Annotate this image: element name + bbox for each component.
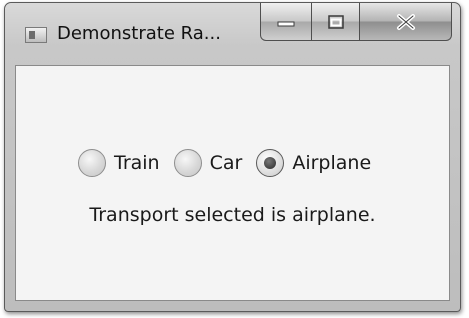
radio-train-label[interactable]: Train [114,152,160,174]
app-window: Demonstrate Ra... Train Car Airplane Tra… [4,2,461,312]
minimize-button[interactable] [260,3,312,41]
transport-radio-group: Train Car Airplane [78,146,385,180]
radio-train[interactable]: Train [78,149,160,177]
caption-buttons [260,3,452,43]
title-bar[interactable]: Demonstrate Ra... [5,3,460,65]
close-icon [396,13,415,30]
app-window-icon[interactable] [25,27,47,43]
radio-car-indicator[interactable] [173,149,202,177]
radio-car[interactable]: Car [173,149,243,177]
radio-selected-dot [264,157,277,169]
radio-airplane-label[interactable]: Airplane [292,152,371,174]
status-text: Transport selected is airplane. [89,204,376,226]
minimize-icon [277,21,295,26]
client-area: Train Car Airplane Transport selected is… [15,65,450,301]
maximize-icon [327,14,344,29]
close-button[interactable] [360,3,452,41]
radio-train-indicator[interactable] [78,149,106,177]
radio-airplane[interactable]: Airplane [256,149,371,177]
radio-car-label[interactable]: Car [210,152,243,174]
maximize-button[interactable] [312,3,360,41]
radio-airplane-indicator[interactable] [256,149,285,177]
window-title: Demonstrate Ra... [57,23,221,44]
